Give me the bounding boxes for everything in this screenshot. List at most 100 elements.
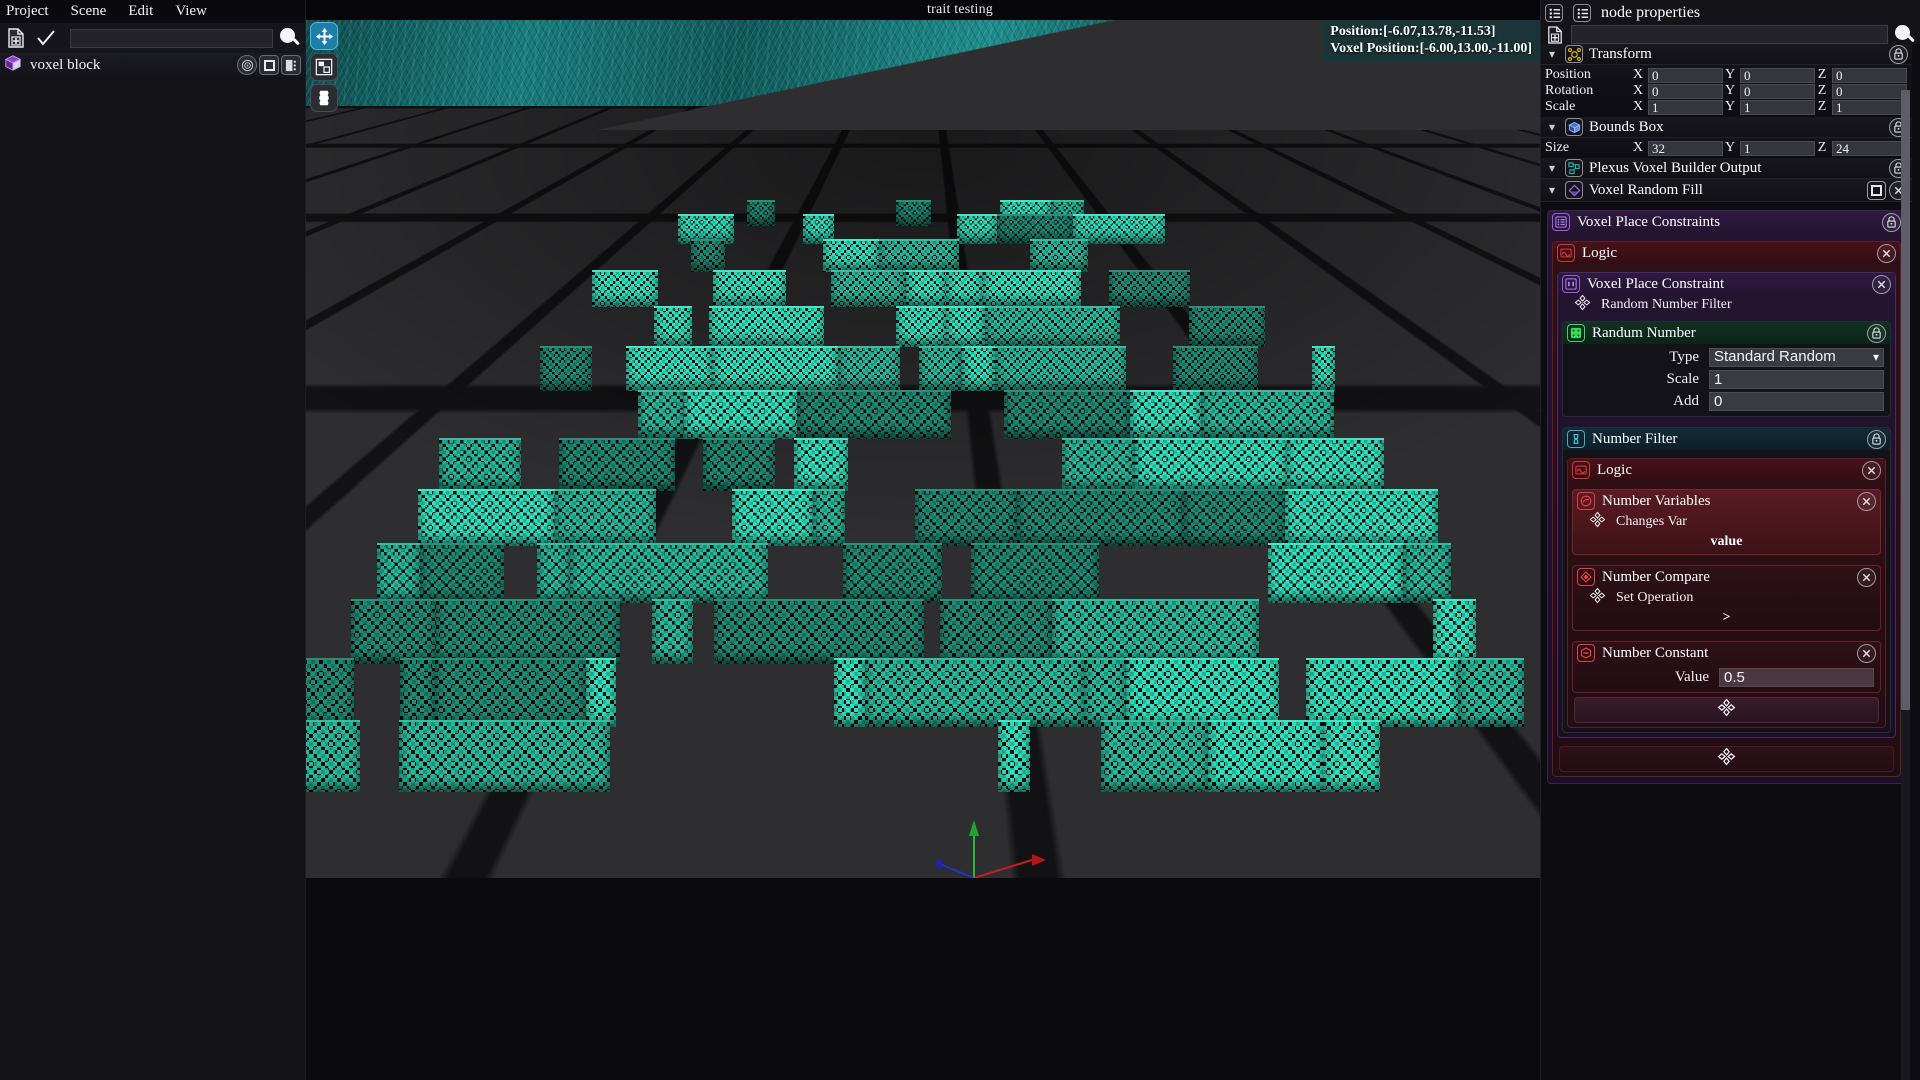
- transform-row-scale: Scale X 1 Y 1 Z 1: [1541, 99, 1912, 115]
- hud-voxel-position-line: Voxel Position:[-6.00,13.00,-11.00]: [1330, 41, 1532, 58]
- menu-item-project[interactable]: Project: [4, 3, 51, 20]
- move-arrows-icon[interactable]: [310, 22, 338, 50]
- transform-label-rotation: Rotation: [1545, 83, 1594, 98]
- lock-icon[interactable]: [1867, 429, 1886, 449]
- search-icon[interactable]: [279, 27, 301, 49]
- properties-scrollbar-thumb[interactable]: [1901, 90, 1910, 710]
- scale-z-field[interactable]: 1: [1832, 99, 1907, 115]
- axis-label-y: Y: [1724, 99, 1736, 114]
- scale-y-field[interactable]: 1: [1740, 99, 1815, 115]
- compare-diamond-icon: [1577, 568, 1595, 586]
- section-header-transform[interactable]: ▾ Transform: [1541, 44, 1912, 65]
- card-header-number-variables[interactable]: Number Variables: [1573, 490, 1880, 512]
- card-number-compare: Number Compare Set Operation >: [1572, 565, 1881, 631]
- menu-item-view[interactable]: View: [173, 3, 209, 20]
- viewport-tool-strip: [310, 22, 340, 112]
- rotation-x-field[interactable]: 0: [1648, 83, 1723, 99]
- section-header-voxel-random-fill[interactable]: ▾ Voxel Random Fill: [1541, 179, 1912, 202]
- properties-scrollbar[interactable]: [1901, 90, 1910, 1080]
- position-z-field[interactable]: 0: [1832, 67, 1907, 83]
- chevron-down-icon[interactable]: ▾: [1873, 349, 1879, 366]
- section-header-bounds-box[interactable]: ▾ Bounds Box: [1541, 117, 1912, 138]
- diamond-cluster-icon: [1574, 294, 1591, 316]
- remove-icon[interactable]: [1862, 460, 1881, 480]
- scene-tree: voxel block: [0, 53, 305, 1080]
- size-z-field[interactable]: 24: [1832, 140, 1907, 156]
- add-node-slot-inner[interactable]: [1574, 697, 1879, 723]
- transform-label-position: Position: [1545, 67, 1591, 82]
- remove-icon[interactable]: [1857, 643, 1876, 663]
- cross-blob-icon[interactable]: [310, 84, 338, 112]
- add-node-slot-outer[interactable]: [1559, 746, 1894, 772]
- card-title-number-filter: Number Filter: [1592, 430, 1678, 447]
- card-header-voxel-place-constraints[interactable]: Voxel Place Constraints: [1548, 211, 1905, 233]
- chevron-down-icon[interactable]: ▾: [1545, 47, 1559, 62]
- screen-capture-icon[interactable]: [310, 53, 338, 81]
- sub-line-random-number-filter[interactable]: Random Number Filter: [1558, 294, 1895, 316]
- remove-icon[interactable]: [1877, 243, 1896, 263]
- add-node-icon[interactable]: [1545, 25, 1565, 45]
- random-number-add-field[interactable]: 0: [1709, 391, 1884, 411]
- chevron-down-icon[interactable]: ▾: [1545, 161, 1559, 176]
- card-header-number-filter[interactable]: Number Filter: [1563, 428, 1890, 450]
- rotation-z-field[interactable]: 0: [1832, 83, 1907, 99]
- random-number-scale-field[interactable]: 1: [1709, 369, 1884, 389]
- chevron-down-icon[interactable]: ▾: [1545, 183, 1559, 198]
- size-x-field[interactable]: 32: [1648, 140, 1723, 156]
- number-constant-value-field[interactable]: 0.5: [1719, 667, 1874, 687]
- new-file-icon[interactable]: [4, 26, 28, 50]
- section-title-plexus-output: Plexus Voxel Builder Output: [1589, 159, 1762, 176]
- card-header-logic-outer[interactable]: Logic: [1553, 242, 1900, 264]
- position-x-field[interactable]: 0: [1648, 67, 1723, 83]
- properties-search-input[interactable]: [1572, 27, 1887, 44]
- card-body-number-constant: Value 0.5: [1573, 664, 1880, 692]
- properties-search-field[interactable]: [1571, 25, 1888, 44]
- card-header-number-compare[interactable]: Number Compare: [1573, 566, 1880, 588]
- card-header-random-number[interactable]: Randum Number: [1563, 322, 1890, 344]
- check-icon[interactable]: [34, 26, 58, 50]
- card-header-logic-inner[interactable]: Logic: [1568, 459, 1885, 481]
- card-number-constant: Number Constant Value 0.5: [1572, 641, 1881, 693]
- remove-icon[interactable]: [1857, 491, 1876, 511]
- settings-icon[interactable]: [281, 55, 301, 75]
- sub-label-set-operation: Set Operation: [1616, 590, 1694, 605]
- render-target-icon[interactable]: [237, 55, 257, 75]
- node-properties-title-icon: [1573, 4, 1591, 22]
- sub-line-changes-var[interactable]: Changes Var: [1573, 511, 1880, 532]
- remove-icon[interactable]: [1872, 274, 1891, 294]
- menu-item-scene[interactable]: Scene: [69, 3, 109, 20]
- hud-voxel-position-value: [-6.00,13.00,-11.00]: [1419, 40, 1532, 56]
- list-properties-icon: [1545, 4, 1563, 22]
- chevron-down-icon[interactable]: ▾: [1545, 120, 1559, 135]
- axis-label-z: Z: [1817, 67, 1827, 82]
- sub-line-set-operation[interactable]: Set Operation: [1573, 587, 1880, 608]
- size-y-field[interactable]: 1: [1740, 140, 1815, 156]
- diamond-cluster-icon: [1717, 747, 1736, 771]
- bounds-row-size: Size X 32 Y 1 Z 24: [1541, 140, 1912, 156]
- properties-search-icon[interactable]: [1894, 24, 1916, 46]
- rotation-y-field[interactable]: 0: [1740, 83, 1815, 99]
- scene-tree-item-voxel-block[interactable]: voxel block: [0, 53, 305, 77]
- axis-label-x: X: [1632, 99, 1644, 114]
- lock-icon[interactable]: [1882, 212, 1901, 232]
- card-header-number-constant[interactable]: Number Constant: [1573, 642, 1880, 664]
- scene-search-input[interactable]: [71, 30, 272, 48]
- lock-icon[interactable]: [1889, 44, 1908, 64]
- lock-icon[interactable]: [1867, 323, 1886, 343]
- position-y-field[interactable]: 0: [1740, 67, 1815, 83]
- section-header-plexus-output[interactable]: ▾ Plexus Voxel Builder Output: [1541, 158, 1912, 179]
- menu-item-edit[interactable]: Edit: [126, 3, 155, 20]
- random-number-type-select[interactable]: Standard Random ▾: [1709, 347, 1884, 367]
- 3d-viewport[interactable]: Position:[-6.07,13.78,-11.53] Voxel Posi…: [306, 20, 1540, 878]
- card-random-number: Randum Number Type Standard Random ▾ Sca…: [1562, 321, 1891, 417]
- scale-x-field[interactable]: 1: [1648, 99, 1723, 115]
- node-properties-scroll-area[interactable]: ▾ Transform Position X 0 Y 0 Z 0 Rotatio…: [1541, 44, 1912, 1080]
- remove-icon[interactable]: [1857, 567, 1876, 587]
- card-title-number-compare: Number Compare: [1602, 568, 1710, 585]
- visibility-icon[interactable]: [259, 55, 279, 75]
- card-header-voxel-place-constraint[interactable]: Voxel Place Constraint: [1558, 273, 1895, 295]
- bounds-label-size: Size: [1545, 140, 1570, 155]
- card-title-number-variables: Number Variables: [1602, 492, 1711, 509]
- frame-icon[interactable]: [1867, 180, 1886, 200]
- scene-search-field[interactable]: [70, 28, 273, 48]
